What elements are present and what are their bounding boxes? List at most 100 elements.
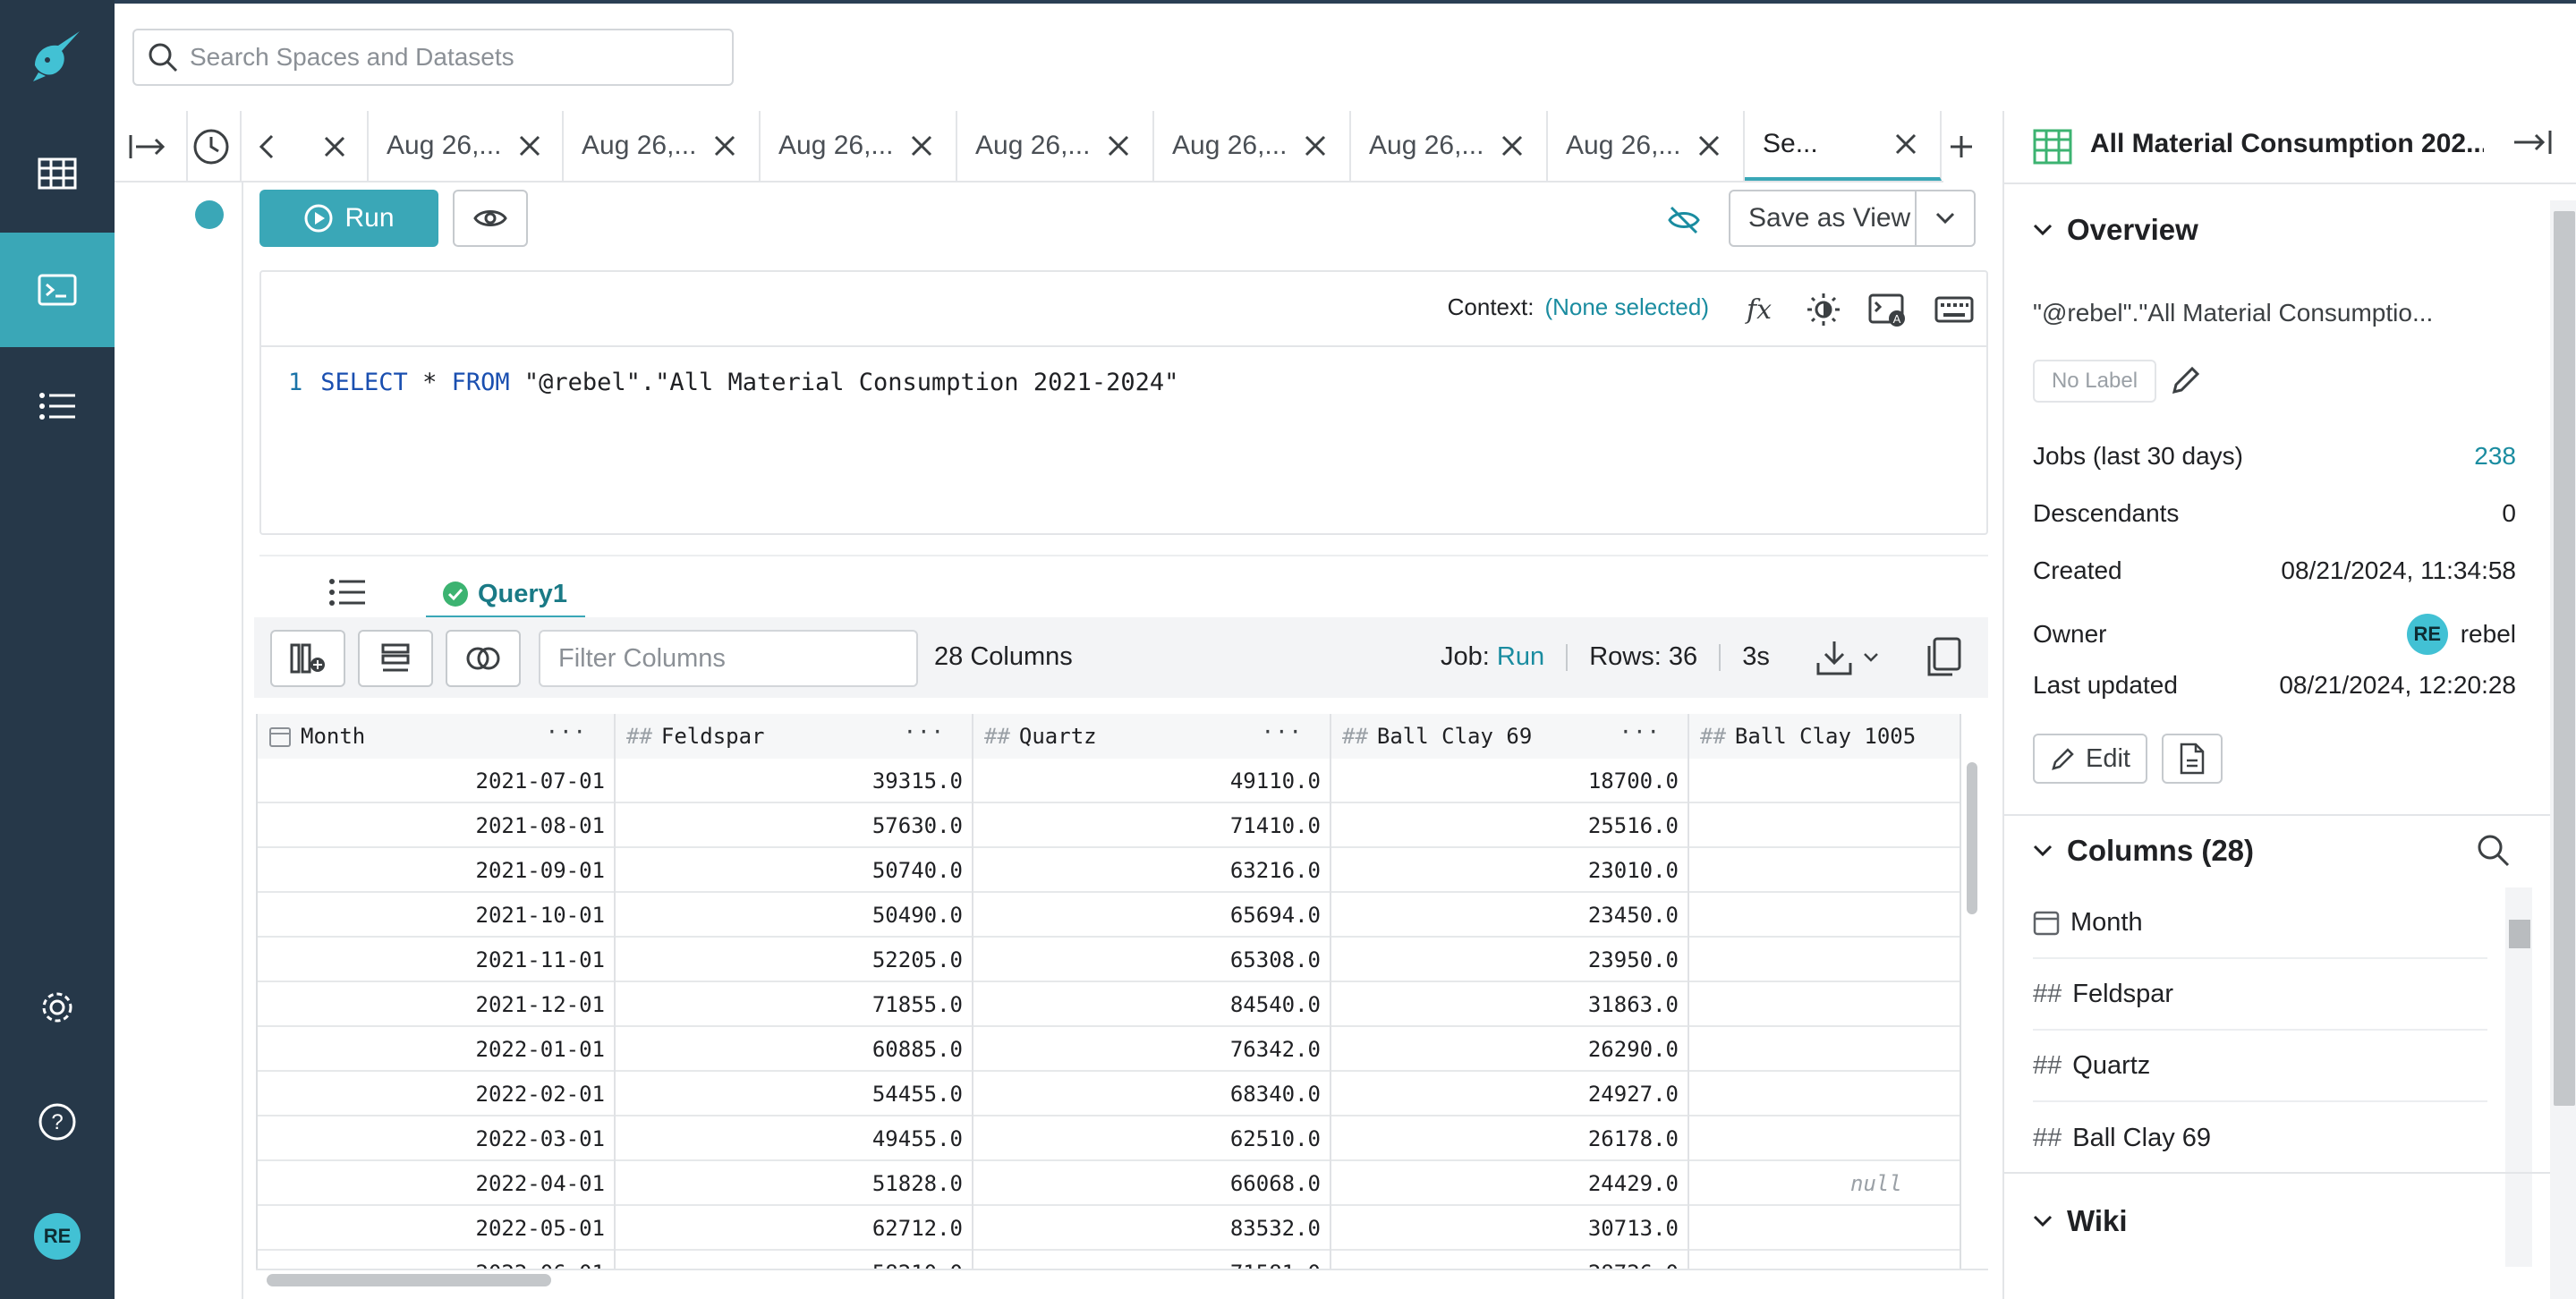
settings-nav[interactable] (0, 950, 115, 1065)
table-cell[interactable] (1689, 1116, 1961, 1161)
table-cell[interactable]: 50740.0 (616, 848, 973, 893)
table-cell[interactable]: 26178.0 (1331, 1116, 1689, 1161)
table-cell[interactable]: 83532.0 (973, 1206, 1331, 1251)
table-cell[interactable]: 65308.0 (973, 938, 1331, 982)
more-icon[interactable]: ··· (546, 719, 587, 744)
open-catalog-button[interactable] (2162, 734, 2223, 784)
save-as-view-button[interactable]: Save as View (1729, 190, 1976, 247)
script-tab[interactable]: Aug 26,... (1351, 111, 1548, 181)
table-cell[interactable]: 2022-06-01 (258, 1251, 616, 1269)
table-cell[interactable]: 23950.0 (1331, 938, 1689, 982)
table-cell[interactable]: 54455.0 (616, 1072, 973, 1116)
table-cell[interactable]: 52205.0 (616, 938, 973, 982)
column-header-month[interactable]: Month ··· (258, 714, 616, 759)
table-cell[interactable]: null (1689, 1161, 1961, 1206)
sql-code-line[interactable]: 1 SELECT * FROM "@rebel"."All Material Co… (288, 369, 1178, 396)
table-cell[interactable]: 23450.0 (1331, 893, 1689, 938)
history-clock-icon[interactable] (190, 125, 233, 168)
user-avatar[interactable]: RE (34, 1213, 81, 1260)
table-cell[interactable]: 66068.0 (973, 1161, 1331, 1206)
pencil-edit-icon[interactable] (2169, 363, 2205, 399)
table-cell[interactable]: 2022-05-01 (258, 1206, 616, 1251)
sql-editor[interactable]: Context: (None selected) fx A 1 SELECT * F… (259, 270, 1988, 535)
table-cell[interactable]: 49455.0 (616, 1116, 973, 1161)
table-cell[interactable]: 49110.0 (973, 759, 1331, 803)
table-cell[interactable]: 1 (1689, 938, 1961, 982)
table-cell[interactable]: 26290.0 (1331, 1027, 1689, 1072)
run-button[interactable]: Run (259, 190, 438, 247)
table-cell[interactable]: 1 (1689, 893, 1961, 938)
table-cell[interactable]: 30713.0 (1331, 1206, 1689, 1251)
grid-vertical-scrollbar[interactable] (1967, 762, 1977, 914)
close-icon[interactable] (707, 128, 743, 164)
download-button[interactable] (1815, 635, 1883, 680)
table-cell[interactable]: 1 (1689, 848, 1961, 893)
table-cell[interactable]: 25516.0 (1331, 803, 1689, 848)
overview-section-toggle[interactable]: Overview (2033, 213, 2198, 247)
table-cell[interactable]: 1 (1689, 1206, 1961, 1251)
table-cell[interactable]: 2022-01-01 (258, 1027, 616, 1072)
chevron-left-icon[interactable] (249, 129, 285, 165)
table-cell[interactable]: 1 (1689, 1027, 1961, 1072)
table-cell[interactable]: 24927.0 (1331, 1072, 1689, 1116)
keyboard-icon[interactable] (1934, 290, 1974, 329)
table-cell[interactable]: 39315.0 (616, 759, 973, 803)
close-icon[interactable] (904, 128, 939, 164)
preview-button[interactable] (453, 190, 528, 247)
copy-icon[interactable] (1926, 637, 1963, 678)
panel-scrollbar-thumb[interactable] (2554, 211, 2575, 1106)
column-list-item[interactable]: ## Feldspar (2033, 959, 2487, 1031)
close-icon[interactable] (1888, 126, 1924, 162)
list-view-icon[interactable] (327, 576, 367, 612)
search-box[interactable] (132, 29, 734, 86)
table-cell[interactable]: 57630.0 (616, 803, 973, 848)
grid-horizontal-scrollbar[interactable] (267, 1274, 551, 1286)
table-cell[interactable]: 62510.0 (973, 1116, 1331, 1161)
eye-off-icon[interactable] (1666, 202, 1702, 238)
chevron-down-icon[interactable] (1915, 191, 1974, 245)
table-cell[interactable]: 2021-10-01 (258, 893, 616, 938)
table-cell[interactable]: 71855.0 (616, 982, 973, 1027)
close-icon[interactable] (512, 128, 548, 164)
table-cell[interactable] (1689, 1251, 1961, 1269)
edit-button[interactable]: Edit (2033, 734, 2147, 784)
column-header-ball-clay-69[interactable]: ## Ball Clay 69 ··· (1331, 714, 1689, 759)
table-cell[interactable]: 84540.0 (973, 982, 1331, 1027)
function-icon[interactable]: fx (1741, 290, 1781, 329)
table-cell[interactable]: 2021-08-01 (258, 803, 616, 848)
new-tab-plus-icon[interactable] (1942, 127, 1981, 166)
table-cell[interactable]: 62712.0 (616, 1206, 973, 1251)
table-cell[interactable]: 24429.0 (1331, 1161, 1689, 1206)
table-cell[interactable]: 31863.0 (1331, 982, 1689, 1027)
join-button[interactable] (446, 630, 521, 687)
script-tab[interactable]: Aug 26,... (564, 111, 761, 181)
help-nav[interactable]: ? (0, 1065, 115, 1179)
columns-scrollbar-thumb[interactable] (2509, 920, 2530, 948)
more-icon[interactable]: ··· (1262, 719, 1303, 744)
ai-sql-icon[interactable]: A (1868, 290, 1908, 329)
columns-section-toggle[interactable]: Columns (28) (2033, 834, 2254, 868)
wiki-section-toggle[interactable]: Wiki (2033, 1204, 2128, 1238)
close-icon[interactable] (317, 129, 353, 165)
dremio-logo[interactable] (0, 0, 115, 115)
table-cell[interactable]: 76342.0 (973, 1027, 1331, 1072)
table-cell[interactable]: 65694.0 (973, 893, 1331, 938)
job-link[interactable]: Run (1497, 642, 1544, 671)
table-cell[interactable]: 51828.0 (616, 1161, 973, 1206)
script-tab-active[interactable]: Se... (1745, 111, 1942, 181)
more-icon[interactable]: ··· (904, 719, 945, 744)
table-cell[interactable]: 2021-11-01 (258, 938, 616, 982)
column-list-item[interactable]: ## Ball Clay 69 (2033, 1102, 2487, 1174)
datasets-nav[interactable] (0, 116, 115, 231)
script-tab[interactable]: Aug 26,... (761, 111, 957, 181)
search-input[interactable] (190, 43, 691, 72)
context-selector[interactable]: Context: (None selected) (1448, 293, 1709, 321)
table-cell[interactable]: 63216.0 (973, 848, 1331, 893)
column-header-quartz[interactable]: ## Quartz ··· (973, 714, 1331, 759)
add-column-button[interactable] (270, 630, 345, 687)
table-cell[interactable]: 50490.0 (616, 893, 973, 938)
close-icon[interactable] (1101, 128, 1136, 164)
context-value[interactable]: (None selected) (1544, 293, 1709, 320)
script-tab[interactable]: Aug 26,... (1154, 111, 1351, 181)
table-cell[interactable]: 2022-02-01 (258, 1072, 616, 1116)
